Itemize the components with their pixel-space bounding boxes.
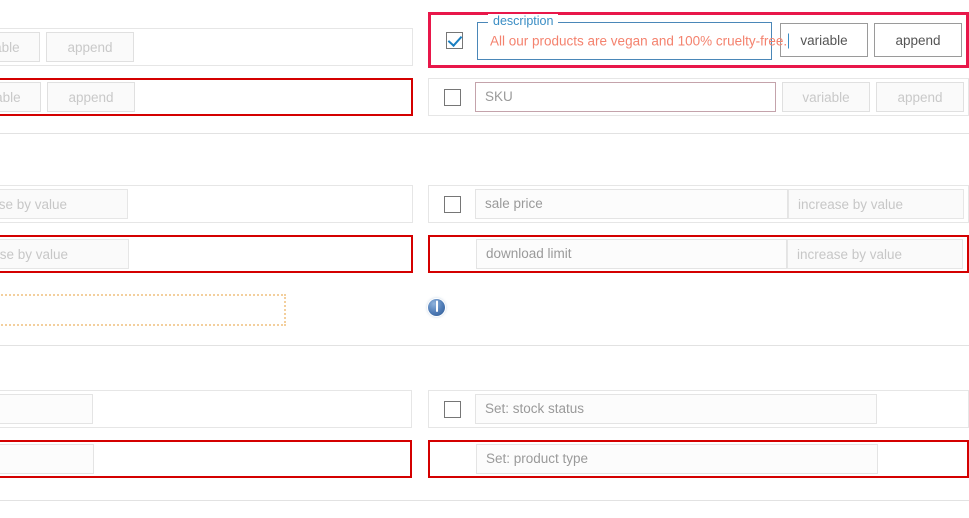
append-button-title[interactable]: append: [46, 32, 134, 62]
sale-price-increase-input[interactable]: increase by value: [788, 189, 964, 219]
checkbox-cell-stock-status: [429, 400, 475, 418]
bulk-edit-panel: ganic Cotton variable append s variable …: [0, 0, 969, 518]
checkbox-cell-description: [431, 31, 477, 49]
append-button-description[interactable]: append: [874, 23, 962, 57]
regular-price-increase-input[interactable]: increase by value: [0, 189, 128, 219]
append-button-slug[interactable]: append: [47, 82, 135, 112]
checkbox-cell-download-limit: [430, 246, 476, 263]
variable-button-description[interactable]: variable: [780, 23, 868, 57]
section-divider-1: [0, 133, 969, 134]
stock-status-input[interactable]: Set: stock status: [475, 394, 877, 424]
product-type-placeholder: Set: product type: [486, 451, 589, 466]
append-button-sku[interactable]: append: [876, 82, 964, 112]
row-catalog-visibility[interactable]: g visibility: [0, 440, 412, 478]
checkbox-cell-product-type: [430, 451, 476, 468]
sale-price-placeholder: sale price: [485, 196, 543, 211]
checkbox-cell-sale-price: [429, 195, 475, 213]
description-legend: description: [488, 14, 559, 28]
variable-button-title[interactable]: variable: [0, 32, 40, 62]
variable-button-sku[interactable]: variable: [782, 82, 870, 112]
product-type-input[interactable]: Set: product type: [476, 444, 878, 474]
row-sale-price[interactable]: sale price increase by value: [428, 185, 969, 223]
description-checkbox[interactable]: [445, 31, 463, 49]
download-limit-placeholder: download limit: [486, 246, 572, 261]
row-left-slug[interactable]: s variable append: [0, 78, 413, 116]
row-download-limit[interactable]: download limit increase by value: [428, 235, 969, 273]
dotted-placeholder-box: [0, 294, 286, 326]
checkbox-cell-sku: [429, 88, 475, 106]
section-divider-3: [0, 500, 969, 501]
stock-status-checkbox[interactable]: [443, 400, 461, 418]
description-input[interactable]: description All our products are vegan a…: [477, 14, 790, 60]
description-value: All our products are vegan and 100% crue…: [490, 33, 790, 49]
variable-button-slug[interactable]: variable: [0, 82, 41, 112]
download-limit-input[interactable]: download limit: [476, 239, 787, 269]
row-download-expiry[interactable]: xpiry increase by value: [0, 235, 413, 273]
row-stock-status[interactable]: Set: stock status: [428, 390, 969, 428]
download-expiry-increase-input[interactable]: increase by value: [0, 239, 129, 269]
text-cursor: [788, 33, 790, 49]
row-left-title[interactable]: ganic Cotton variable append: [0, 28, 413, 66]
sku-placeholder: SKU: [485, 89, 513, 104]
row-sku[interactable]: SKU variable append: [428, 78, 969, 116]
product-status-input[interactable]: atus: [0, 394, 93, 424]
download-limit-increase-input[interactable]: increase by value: [787, 239, 963, 269]
info-icon[interactable]: [428, 299, 445, 316]
catalog-visibility-input[interactable]: g visibility: [0, 444, 94, 474]
sku-checkbox[interactable]: [443, 88, 461, 106]
sale-price-checkbox[interactable]: [443, 195, 461, 213]
row-product-status[interactable]: atus: [0, 390, 412, 428]
row-regular-price[interactable]: e increase by value: [0, 185, 413, 223]
row-description[interactable]: description All our products are vegan a…: [428, 12, 969, 68]
stock-status-placeholder: Set: stock status: [485, 401, 585, 416]
section-divider-2: [0, 345, 969, 346]
row-product-type[interactable]: Set: product type: [428, 440, 969, 478]
sale-price-input[interactable]: sale price: [475, 189, 788, 219]
sku-input[interactable]: SKU: [475, 82, 776, 112]
description-fieldset-wrap: description All our products are vegan a…: [477, 14, 790, 60]
